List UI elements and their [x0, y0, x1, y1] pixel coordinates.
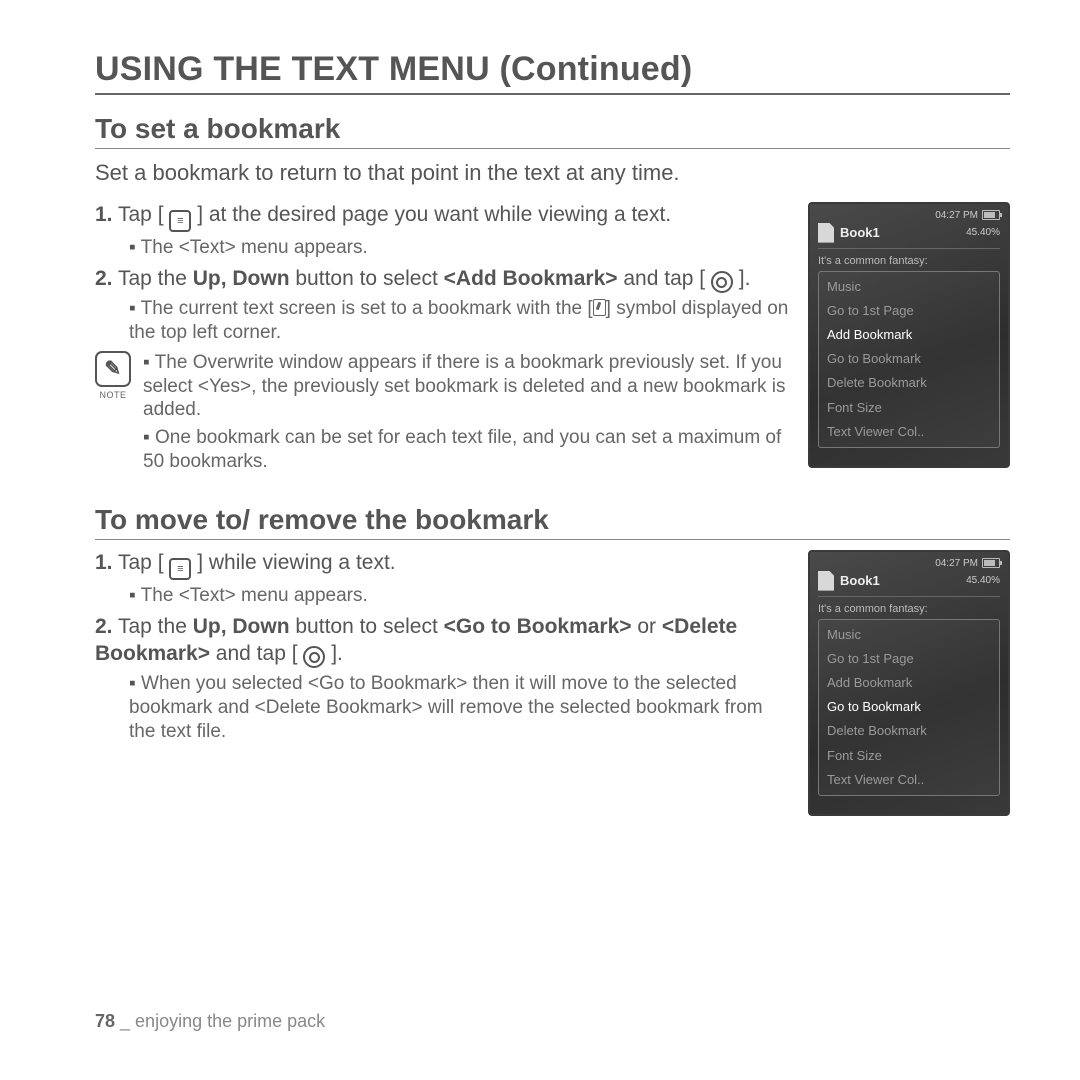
device-preview-text: It's a common fantasy:	[818, 603, 1000, 615]
menu-item: Add Bookmark	[819, 323, 999, 347]
device-pct: 45.40%	[966, 227, 1000, 238]
device-text-menu: MusicGo to 1st PageAdd BookmarkGo to Boo…	[818, 271, 1000, 448]
page-footer: 78 _ enjoying the prime pack	[95, 1011, 325, 1032]
section-move-remove-bookmark: To move to/ remove the bookmark	[95, 504, 1010, 540]
menu-item: Go to Bookmark	[819, 347, 999, 371]
menu-item: Go to Bookmark	[819, 695, 999, 719]
device-pct: 45.40%	[966, 575, 1000, 586]
s1-step1-sub: The <Text> menu appears.	[129, 236, 790, 260]
doc-icon	[818, 223, 834, 243]
battery-icon	[982, 210, 1000, 220]
page-title: USING THE TEXT MENU (Continued)	[95, 50, 1010, 95]
menu-item: Add Bookmark	[819, 671, 999, 695]
s1-step2: 2. Tap the Up, Down button to select <Ad…	[95, 266, 790, 345]
menu-item: Go to 1st Page	[819, 299, 999, 323]
menu-item: Music	[819, 623, 999, 647]
device-preview-text: It's a common fantasy:	[818, 255, 1000, 267]
s2-step2: 2. Tap the Up, Down button to select <Go…	[95, 614, 790, 744]
device-time: 04:27 PM	[935, 210, 978, 221]
menu-item: Font Size	[819, 396, 999, 420]
note-icon: ✎ NOTE	[95, 351, 131, 400]
bookmark-icon	[593, 299, 606, 316]
menu-icon: ≡	[169, 210, 191, 232]
menu-item: Delete Bookmark	[819, 719, 999, 743]
ok-icon	[303, 646, 325, 668]
menu-item: Go to 1st Page	[819, 647, 999, 671]
menu-item: Font Size	[819, 744, 999, 768]
note1: The Overwrite window appears if there is…	[143, 351, 790, 422]
section1-intro: Set a bookmark to return to that point i…	[95, 159, 1010, 188]
menu-item: Text Viewer Col..	[819, 768, 999, 792]
doc-icon	[818, 571, 834, 591]
menu-icon: ≡	[169, 558, 191, 580]
menu-item: Delete Bookmark	[819, 371, 999, 395]
device-mock-goto-bookmark: 04:27 PM Book1 45.40% It's a common fant…	[808, 550, 1010, 816]
section-to-set-bookmark: To set a bookmark	[95, 113, 1010, 149]
device-mock-add-bookmark: 04:27 PM Book1 45.40% It's a common fant…	[808, 202, 1010, 468]
ok-icon	[711, 271, 733, 293]
device-text-menu: MusicGo to 1st PageAdd BookmarkGo to Boo…	[818, 619, 1000, 796]
s2-step1-sub: The <Text> menu appears.	[129, 584, 790, 608]
s2-step2-sub: When you selected <Go to Bookmark> then …	[129, 672, 790, 743]
s2-step1: 1. Tap [ ≡ ] while viewing a text. The <…	[95, 550, 790, 608]
menu-item: Text Viewer Col..	[819, 420, 999, 444]
note2: One bookmark can be set for each text fi…	[143, 426, 790, 474]
device-book-title: Book1	[840, 225, 880, 240]
s1-step2-sub: The current text screen is set to a book…	[129, 297, 790, 345]
battery-icon	[982, 558, 1000, 568]
menu-item: Music	[819, 275, 999, 299]
device-book-title: Book1	[840, 573, 880, 588]
s1-step1: 1. Tap [ ≡ ] at the desired page you wan…	[95, 202, 790, 260]
device-time: 04:27 PM	[935, 558, 978, 569]
